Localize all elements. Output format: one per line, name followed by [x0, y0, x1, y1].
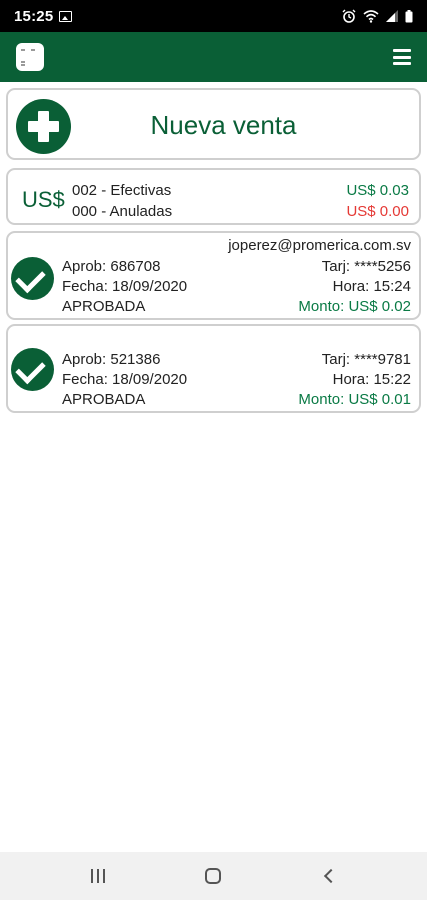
user-email: joperez@promerica.com.sv: [228, 237, 411, 254]
status-bar: 15:25: [0, 0, 427, 32]
status-icons: [342, 9, 413, 23]
app-bar: [0, 32, 427, 82]
currency-label: US$: [22, 187, 65, 212]
alarm-icon: [342, 9, 356, 23]
recent-apps-icon: [90, 869, 105, 883]
summary-row-cancelled: 000 - Anuladas US$ 0.00: [72, 203, 409, 220]
card-number: Tarj: ****5256: [321, 258, 411, 275]
back-icon: [324, 868, 339, 884]
new-sale-button[interactable]: Nueva venta: [6, 88, 421, 160]
recent-apps-button[interactable]: [78, 861, 118, 891]
home-button[interactable]: [193, 861, 233, 891]
sales-summary-card: US$ 002 - Efectivas US$ 0.03 000 - Anula…: [6, 168, 421, 225]
new-sale-label: Nueva venta: [150, 110, 297, 140]
battery-icon: [405, 9, 413, 22]
cancelled-amount: US$ 0.00: [346, 203, 409, 220]
home-icon: [205, 868, 222, 884]
transaction-time: Hora: 15:22: [332, 371, 411, 388]
transaction-date: Fecha: 18/09/2020: [62, 278, 188, 295]
card-number: Tarj: ****9781: [321, 351, 411, 368]
approved-check-icon: [11, 257, 54, 300]
approval-code: Aprob: 521386: [62, 351, 161, 368]
app-logo-icon: [16, 43, 44, 71]
transaction-status: APROBADA: [62, 298, 146, 315]
system-nav-bar: [0, 852, 427, 900]
transaction-date: Fecha: 18/09/2020: [62, 371, 188, 388]
effective-amount: US$ 0.03: [346, 182, 409, 199]
image-icon: [59, 10, 73, 22]
transaction-time: Hora: 15:24: [332, 278, 411, 295]
transaction-card[interactable]: Aprob: 521386 Fecha: 18/09/2020 APROBADA…: [6, 324, 421, 413]
effective-label: 002 - Efectivas: [72, 182, 172, 199]
signal-icon: [386, 10, 398, 22]
hamburger-menu-icon[interactable]: [393, 49, 411, 65]
transaction-status: APROBADA: [62, 391, 146, 408]
approval-code: Aprob: 686708: [62, 258, 161, 275]
transaction-amount: Monto: US$ 0.02: [298, 298, 411, 315]
cancelled-label: 000 - Anuladas: [72, 203, 173, 220]
approved-check-icon: [11, 348, 54, 391]
wifi-icon: [363, 9, 379, 23]
status-time: 15:25: [14, 7, 54, 25]
summary-row-effective: 002 - Efectivas US$ 0.03: [72, 182, 409, 199]
transaction-amount: Monto: US$ 0.01: [298, 391, 411, 408]
back-button[interactable]: [309, 861, 349, 891]
transaction-card[interactable]: joperez@promerica.com.sv Aprob: 686708 F…: [6, 231, 421, 320]
